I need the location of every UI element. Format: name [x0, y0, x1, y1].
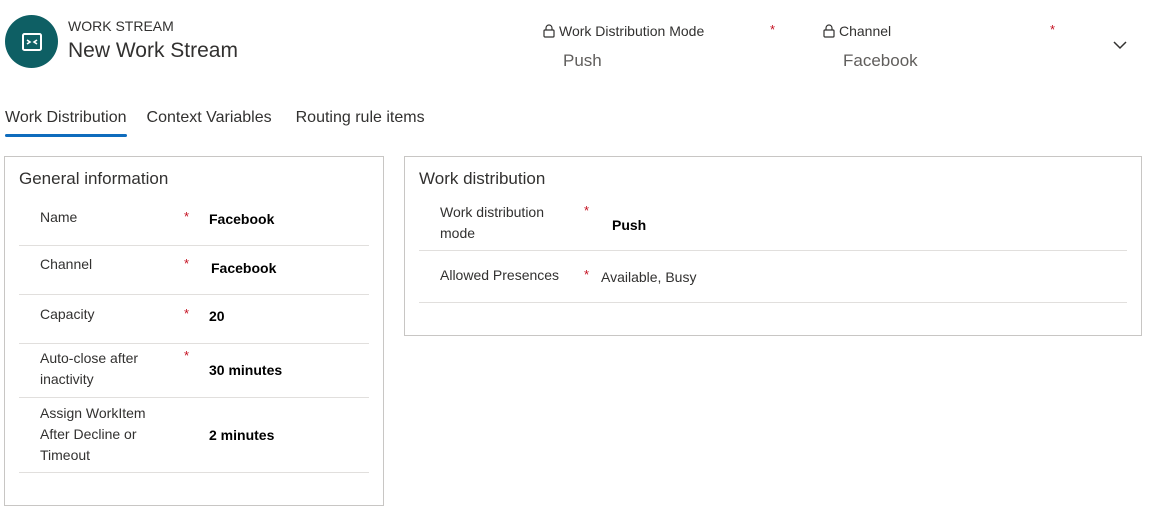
work-distribution-section: Work distribution Work distribution mode… — [404, 156, 1142, 336]
field-value: 20 — [209, 308, 225, 324]
field-label: Allowed Presences — [440, 267, 560, 283]
field-label: Name — [40, 209, 78, 225]
work-stream-icon — [21, 32, 42, 51]
required-indicator: * — [584, 267, 590, 282]
field-label: Capacity — [40, 306, 95, 322]
field-row-work-distribution-mode[interactable]: Work distribution mode * Push — [419, 201, 1127, 251]
chevron-down-icon[interactable] — [1111, 36, 1129, 54]
field-row-auto-close[interactable]: Auto-close after inactivity * 30 minutes — [19, 344, 369, 398]
field-value: 30 minutes — [209, 362, 283, 378]
field-value: Facebook — [211, 260, 277, 276]
required-indicator: * — [184, 256, 190, 271]
field-label: Channel — [40, 256, 93, 272]
header-field-channel[interactable]: Channel * Facebook — [823, 22, 1055, 70]
header-field-value: Push — [563, 51, 602, 70]
field-value: Available, Busy — [601, 269, 697, 285]
general-information-section: General information Name * Facebook Chan… — [4, 156, 384, 506]
field-row-allowed-presences[interactable]: Allowed Presences * Available, Busy — [419, 251, 1127, 303]
field-value: 2 minutes — [209, 427, 275, 443]
tab-routing-rule-items[interactable]: Routing rule items — [296, 109, 425, 134]
field-label: Work distribution mode — [440, 204, 545, 241]
header-field-value: Facebook — [843, 51, 918, 70]
field-label: Assign WorkItem After Decline or Timeout — [40, 405, 146, 463]
header-field-label: Work Distribution Mode — [559, 23, 705, 39]
section-title: General information — [19, 169, 169, 188]
tab-bar: Work Distribution Context Variables Rout… — [5, 109, 425, 137]
field-label: Auto-close after inactivity — [40, 350, 139, 387]
tab-work-distribution[interactable]: Work Distribution — [5, 109, 127, 137]
required-indicator: * — [184, 209, 190, 224]
field-row-capacity[interactable]: Capacity * 20 — [19, 295, 369, 344]
avatar — [5, 15, 58, 68]
required-indicator: * — [184, 348, 190, 363]
required-indicator: * — [770, 22, 776, 37]
required-indicator: * — [1050, 22, 1056, 37]
field-row-name[interactable]: Name * Facebook — [19, 201, 369, 246]
field-row-assign-workitem[interactable]: Assign WorkItem After Decline or Timeout… — [19, 398, 369, 473]
field-value: Push — [612, 217, 647, 233]
tab-context-variables[interactable]: Context Variables — [147, 109, 272, 134]
lock-icon — [823, 24, 835, 38]
header-field-label: Channel — [839, 23, 892, 39]
section-title: Work distribution — [419, 169, 546, 188]
required-indicator: * — [584, 203, 590, 218]
header-field-work-distribution-mode[interactable]: Work Distribution Mode * Push — [543, 22, 775, 70]
entity-type-label: WORK STREAM — [68, 18, 174, 34]
required-indicator: * — [184, 306, 190, 321]
record-title: New Work Stream — [68, 39, 238, 62]
field-row-channel[interactable]: Channel * Facebook — [19, 246, 369, 295]
field-value: Facebook — [209, 211, 275, 227]
lock-icon — [543, 24, 555, 38]
